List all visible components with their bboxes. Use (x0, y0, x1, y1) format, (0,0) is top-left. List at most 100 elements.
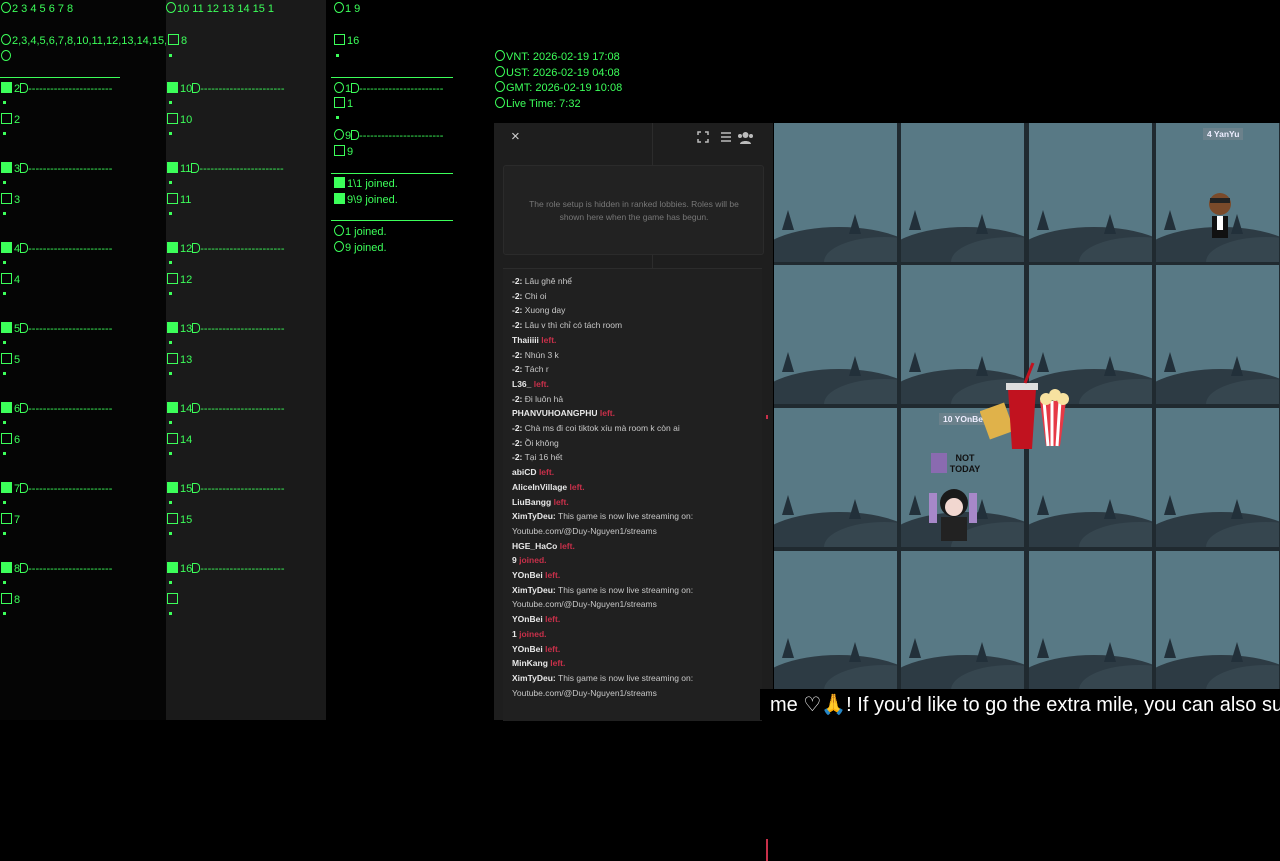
tree-icon (1164, 638, 1176, 658)
col3-first-box: 16 (334, 34, 359, 48)
checkbox-icon (1, 273, 12, 284)
chat-author: -2: (512, 290, 523, 301)
player-tile[interactable] (901, 551, 1024, 689)
chat-author: XimTyDeu: (512, 672, 556, 683)
chat-text: left. (599, 408, 615, 419)
slot-sub-label: 7 (14, 514, 21, 526)
chat-message: AliceInVillage left. (512, 482, 585, 493)
player-slot-box: 15 (167, 513, 192, 527)
live-text: Live Time: 7:32 (506, 97, 581, 110)
player-slot-box: 8 (1, 593, 20, 607)
slot-number: 10 (180, 83, 193, 95)
slot-sub-label: 1 (347, 98, 354, 110)
chat-text: left. (545, 643, 561, 654)
fullscreen-icon[interactable] (697, 131, 709, 146)
chat-text: left. (533, 378, 549, 389)
player-slot-box: 10 (167, 113, 192, 127)
slot-dashes: ----------------------- (200, 323, 285, 335)
player-slot-row: 13 ----------------------- (167, 322, 285, 336)
player-slot-box: 6 (1, 433, 20, 447)
chat-author: YOnBei (512, 570, 543, 580)
bullet (169, 581, 172, 584)
chat-message: Youtube.com/@Duy-Nguyen1/streams (512, 526, 657, 537)
tree-icon (1037, 495, 1049, 515)
checkbox-icon (1, 433, 12, 444)
tree-icon (1231, 356, 1243, 376)
speaker-icon (351, 83, 360, 93)
scrollbar-thumb[interactable] (766, 839, 768, 861)
checkbox-filled-icon (167, 402, 178, 413)
tree-icon (976, 214, 988, 234)
speaker-icon (20, 323, 29, 333)
chat-message: YOnBei left. (512, 614, 560, 625)
checkbox-icon (167, 353, 178, 364)
overlay-column-3: 1 9 16 1 ----------------------- 1 9 -----… (331, 0, 471, 720)
slot-sub-label: 15 (180, 514, 193, 526)
player-slot-row: 4 ----------------------- (1, 242, 112, 256)
bullet (169, 501, 172, 504)
speaker-icon (351, 130, 360, 140)
chat-text: This game is now live streaming on: (558, 584, 694, 595)
player-tile[interactable] (1156, 265, 1279, 404)
chat-author: 1 (512, 628, 517, 639)
players-icon[interactable] (737, 131, 754, 147)
speaker-icon (20, 83, 29, 93)
chat-author: AliceInVillage (512, 481, 568, 492)
tree-icon (1231, 642, 1243, 662)
player-tile[interactable] (1156, 551, 1279, 689)
player-tile[interactable] (1029, 551, 1152, 689)
chat-text: left. (569, 481, 585, 492)
checkbox-icon (167, 433, 178, 444)
slot-sub-label: 14 (180, 434, 193, 446)
chat-message: 1 joined. (512, 629, 547, 640)
close-button[interactable]: × (511, 128, 520, 145)
chat-text: Youtube.com/@Duy-Nguyen1/streams (512, 687, 657, 698)
slot-dashes: ----------------------- (28, 83, 113, 95)
player-tile[interactable]: 4 YanYu (1156, 123, 1279, 262)
player-tile[interactable] (774, 123, 897, 262)
bullet (3, 101, 6, 104)
speaker-icon (20, 403, 29, 413)
checkbox-icon (167, 113, 178, 124)
bullet (336, 116, 339, 119)
player-tile[interactable] (901, 123, 1024, 262)
chat-text: joined. (519, 628, 547, 639)
divider (331, 77, 453, 78)
chat-message: Thaiiiii left. (512, 335, 556, 346)
player-tile[interactable] (1156, 408, 1279, 547)
scroll-marker (766, 415, 768, 419)
player-tile[interactable] (774, 408, 897, 547)
player-tile[interactable] (774, 551, 897, 689)
chat-log[interactable]: -2: Lâu ghê nhể -2: Chi oi -2: Xuong day -2… (503, 268, 768, 861)
bullet (336, 54, 339, 57)
skull-icon (1, 50, 12, 64)
col3-first-box-label: 16 (347, 35, 360, 47)
player-slot-box (167, 593, 180, 607)
player-slot-row: 16 ----------------------- (167, 562, 285, 576)
avatar: NOT TODAY (929, 453, 980, 545)
list-icon[interactable] (720, 131, 732, 146)
bullet (169, 452, 172, 455)
bullet (169, 132, 172, 135)
player-slot-box: 3 (1, 193, 20, 207)
player-slot-row: 15 ----------------------- (167, 482, 285, 496)
chat-message: -2: Ồi không (512, 438, 559, 449)
checkbox-filled-icon (167, 162, 178, 173)
player-tile[interactable] (774, 265, 897, 404)
chat-author: -2: (512, 437, 523, 448)
checkbox-icon (167, 513, 178, 524)
slot-number: 14 (180, 403, 193, 415)
chat-message: Youtube.com/@Duy-Nguyen1/streams (512, 599, 657, 610)
bullet (3, 372, 6, 375)
slot-number: 15 (180, 483, 193, 495)
player-slot-box: 14 (167, 433, 192, 447)
chat-message: HGE_HaCo left. (512, 541, 575, 552)
chat-author: XimTyDeu: (512, 511, 556, 522)
divider (0, 77, 120, 78)
chat-message: YOnBei left. (512, 570, 560, 581)
tree-icon (1164, 352, 1176, 372)
checkbox-icon (334, 145, 345, 156)
avatar (1205, 190, 1235, 245)
speaker-icon (20, 243, 29, 253)
player-tile[interactable] (1029, 123, 1152, 262)
